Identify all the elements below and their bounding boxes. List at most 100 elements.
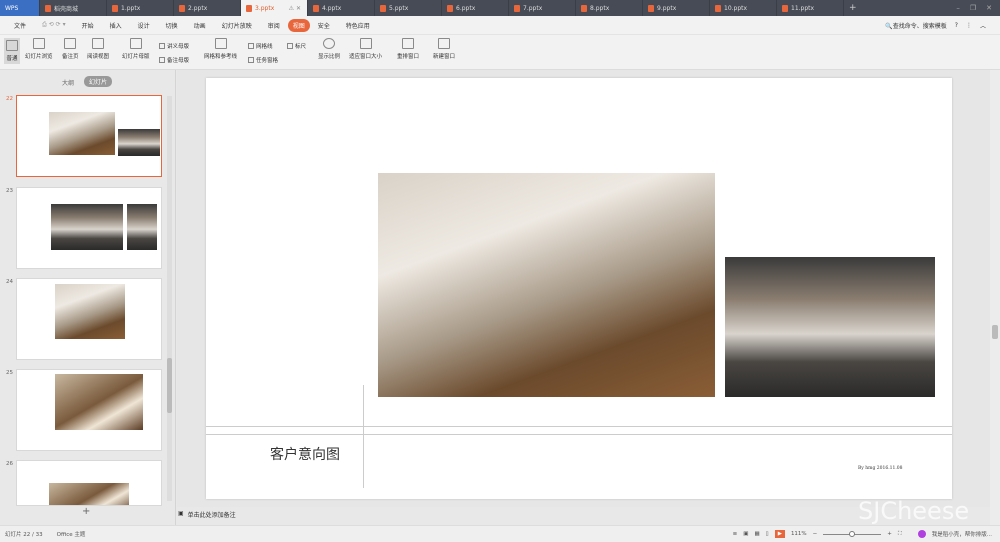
slide-number: 22	[6, 96, 13, 102]
add-slide-button[interactable]: +	[82, 506, 90, 517]
theme-name: Office 主题	[56, 532, 86, 538]
quick-access-toolbar[interactable]: ⎙ ⟲ ⟳ ▾	[34, 21, 74, 29]
slide-thumbnail[interactable]	[16, 187, 162, 269]
pptx-icon	[782, 4, 788, 12]
outline-tab[interactable]: 大纲	[62, 78, 74, 87]
tab-file[interactable]: 10.pptx	[710, 0, 777, 16]
slide-sorter-button[interactable]: 幻灯片浏览	[25, 38, 53, 60]
notes-master-button[interactable]: 备注母版	[159, 56, 189, 64]
slides-tab[interactable]: 幻灯片	[84, 76, 113, 87]
notes-page-button[interactable]: 备注页	[62, 38, 79, 60]
reading-view-button[interactable]: 阅读视图	[87, 38, 109, 60]
minimize-icon[interactable]: –	[956, 4, 960, 12]
reading-view-icon	[92, 38, 104, 49]
normal-view-icon	[6, 40, 18, 51]
ribbon: 普通 幻灯片浏览 备注页 阅读视图 幻灯片母版 讲义母版 备注母版 网格和参考线…	[0, 34, 1000, 70]
zoom-slider[interactable]	[823, 530, 882, 537]
tab-docer[interactable]: 稻壳商城	[40, 0, 107, 16]
pptx-icon	[246, 4, 252, 12]
tab-bar: WPS 稻壳商城 1.pptx 2.pptx 3.pptx ⚠ ✕ 4.pptx …	[0, 0, 1000, 16]
notes-area[interactable]: ▣ 单击此处添加备注	[178, 510, 236, 519]
menu-transition[interactable]: 切换	[158, 21, 186, 30]
tab-file[interactable]: 6.pptx	[442, 0, 509, 16]
ruler-checkbox[interactable]: 标尺	[287, 42, 306, 50]
slide-master-button[interactable]: 幻灯片母版	[122, 38, 150, 60]
handout-master-button[interactable]: 讲义母版	[159, 42, 189, 50]
zoom-level[interactable]: 111%	[791, 531, 807, 537]
menu-security[interactable]: 安全	[310, 21, 338, 30]
pptx-icon	[313, 4, 319, 12]
tab-file[interactable]: 8.pptx	[576, 0, 643, 16]
sorter-view-icon[interactable]: ▦	[754, 531, 759, 537]
tab-file[interactable]: 1.pptx	[107, 0, 174, 16]
status-bar: 幻灯片 22 / 33 Office 主题 ≡ ▣ ▦ ▯ ▶ 111% − +…	[0, 525, 1000, 542]
tab-file[interactable]: 9.pptx	[643, 0, 710, 16]
reading-view-icon[interactable]: ▯	[766, 531, 769, 537]
zoom-out-button[interactable]: −	[813, 531, 818, 537]
fit-window-icon	[359, 38, 372, 49]
slide-thumbnail[interactable]	[16, 95, 162, 177]
arrange-windows-button[interactable]: 重排窗口	[397, 38, 419, 60]
grid-guides-button[interactable]: 网格和参考线	[204, 38, 237, 60]
watermark: SJCheese	[858, 497, 970, 525]
assistant-text[interactable]: 我是稻小壳，帮你排版...	[932, 530, 992, 538]
menu-home[interactable]: 开始	[74, 21, 102, 30]
file-menu[interactable]: 文件	[6, 21, 34, 30]
close-window-icon[interactable]: ✕	[986, 4, 992, 12]
slide-title[interactable]: 客户意向图	[270, 444, 340, 464]
gridlines-checkbox[interactable]: 网格线	[248, 42, 273, 50]
notes-icon: ▣	[178, 510, 184, 517]
pptx-icon	[179, 4, 185, 12]
more-icon[interactable]: ⋮	[966, 22, 972, 29]
slide-thumbnail[interactable]	[16, 369, 162, 451]
normal-view-icon[interactable]: ▣	[743, 531, 748, 537]
menu-animation[interactable]: 动画	[186, 21, 214, 30]
notes-master-icon	[159, 57, 165, 63]
new-window-button[interactable]: 新建窗口	[433, 38, 455, 60]
bedroom-photo[interactable]	[378, 173, 715, 397]
normal-view-button[interactable]: 普通	[4, 38, 20, 64]
menu-insert[interactable]: 插入	[102, 21, 130, 30]
tab-file[interactable]: 11.pptx	[777, 0, 844, 16]
help-icon[interactable]: ?	[955, 22, 958, 29]
new-tab-button[interactable]: +	[844, 0, 911, 16]
bathroom-photo[interactable]	[725, 257, 935, 397]
slide-byline[interactable]: By hmg 2016.11.08	[858, 466, 903, 471]
zoom-in-button[interactable]: +	[887, 531, 892, 537]
assistant-icon[interactable]	[917, 530, 926, 538]
slide[interactable]: 客户意向图 By hmg 2016.11.08	[206, 78, 952, 499]
menu-design[interactable]: 设计	[130, 21, 158, 30]
slide-thumbnail[interactable]	[16, 460, 162, 506]
slide-thumbnail[interactable]	[16, 278, 162, 360]
slide-number: 23	[6, 188, 13, 194]
tab-file[interactable]: 5.pptx	[375, 0, 442, 16]
pptx-icon	[581, 4, 587, 12]
pptx-icon	[112, 4, 118, 12]
slide-number: 25	[6, 370, 13, 376]
pptx-icon	[447, 4, 453, 12]
notes-toggle-icon[interactable]: ≡	[733, 531, 738, 537]
tab-file[interactable]: 7.pptx	[509, 0, 576, 16]
zoom-button[interactable]: 显示比例	[318, 38, 340, 60]
tab-file-active[interactable]: 3.pptx ⚠ ✕	[241, 0, 308, 16]
menu-view[interactable]: 视图	[287, 18, 310, 32]
play-slideshow-button[interactable]: ▶	[774, 530, 785, 538]
pptx-icon	[648, 4, 654, 12]
arrange-icon	[402, 38, 414, 49]
restore-icon[interactable]: ❐	[970, 4, 976, 12]
fit-icon[interactable]: ⛶	[898, 531, 902, 538]
close-icon[interactable]: ⚠ ✕	[289, 5, 301, 12]
slide-master-icon	[129, 38, 142, 49]
task-pane-checkbox[interactable]: 任务窗格	[248, 56, 278, 64]
command-search[interactable]: 🔍查找命令、搜索模板	[885, 21, 947, 30]
fit-window-button[interactable]: 适应窗口大小	[349, 38, 382, 60]
collapse-ribbon-icon[interactable]: ︿	[980, 21, 986, 30]
tab-file[interactable]: 2.pptx	[174, 0, 241, 16]
wps-logo[interactable]: WPS	[0, 0, 40, 16]
vertical-scrollbar[interactable]	[990, 70, 1000, 525]
tab-file[interactable]: 4.pptx	[308, 0, 375, 16]
menu-review[interactable]: 审阅	[260, 21, 288, 30]
menu-features[interactable]: 特色应用	[338, 21, 378, 30]
panel-scrollbar[interactable]	[167, 96, 172, 501]
menu-slideshow[interactable]: 幻灯片放映	[214, 21, 260, 30]
